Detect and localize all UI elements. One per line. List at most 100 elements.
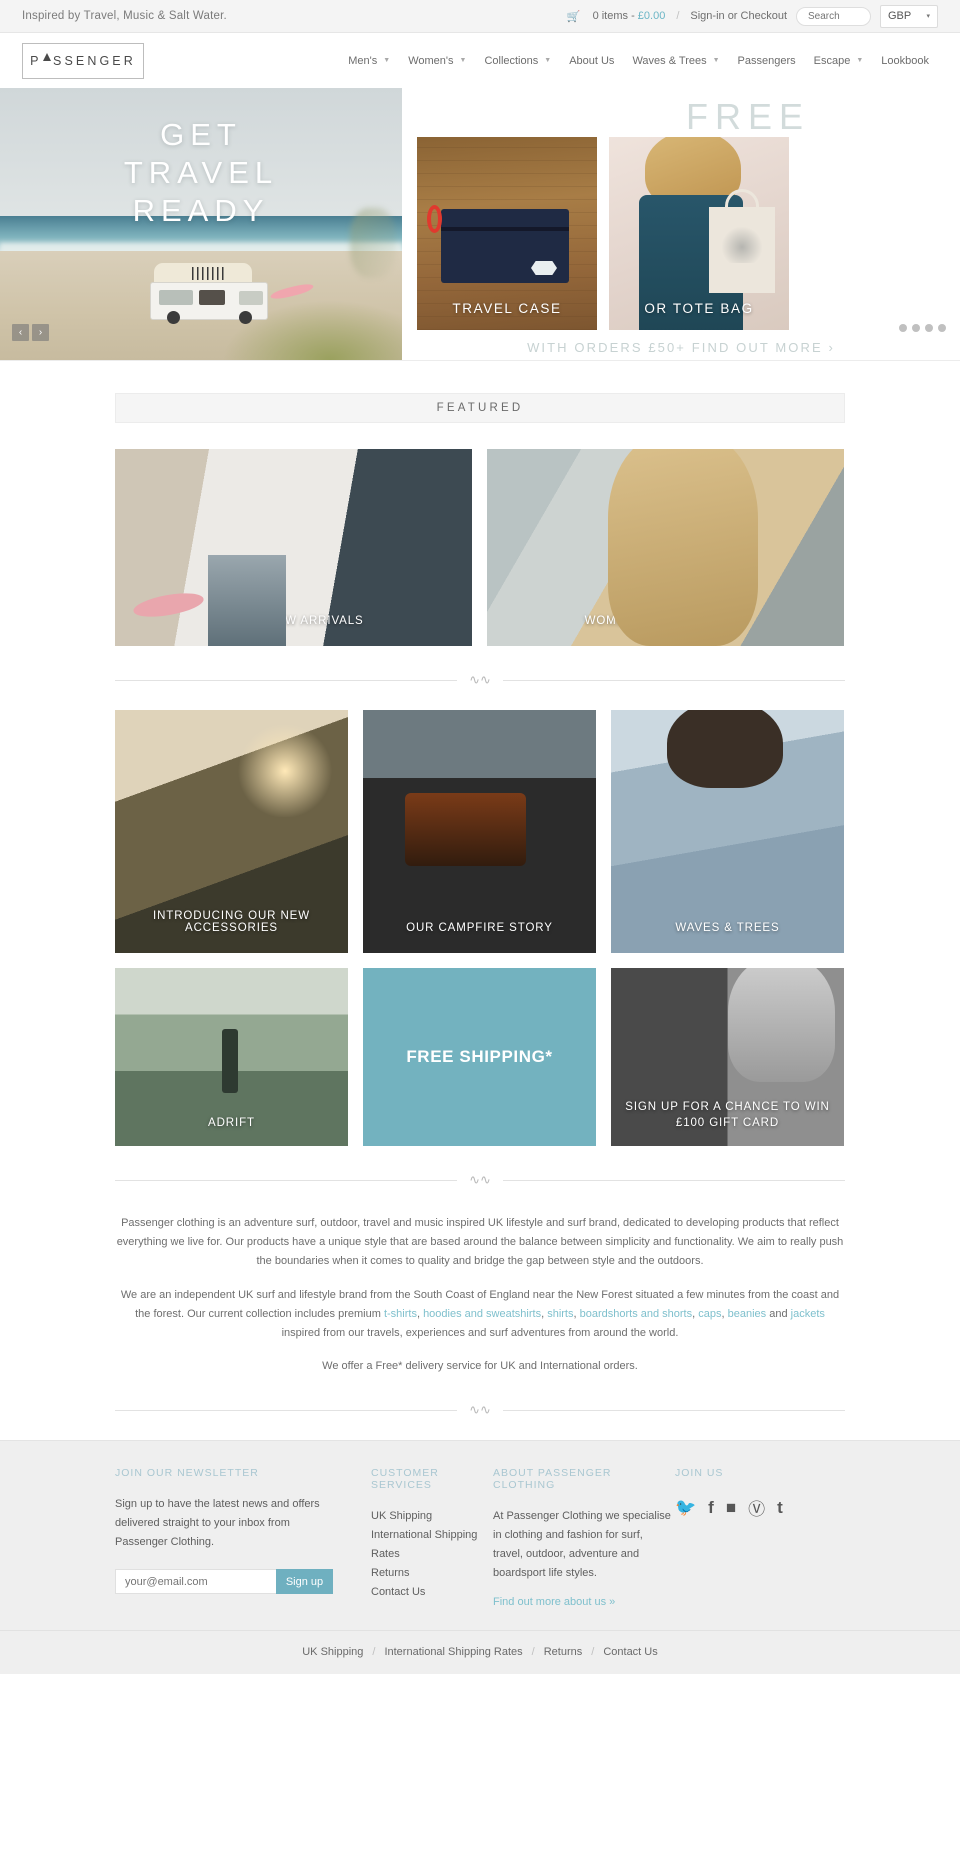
- link-caps[interactable]: caps: [698, 1308, 721, 1320]
- nav-item-about-us[interactable]: About Us: [560, 55, 623, 67]
- nav-item-collections[interactable]: Collections ▼: [475, 55, 560, 67]
- promo-caption: OR TOTE BAG: [644, 301, 754, 316]
- topbar-separator: /: [676, 10, 680, 22]
- cart-summary[interactable]: 0 items - £0.00: [593, 10, 666, 22]
- wave-icon: ∿∿: [469, 1172, 491, 1187]
- featured-row-mid: INTRODUCING OUR NEW ACCESSORIES OUR CAMP…: [115, 710, 845, 953]
- tile-waves-and-trees[interactable]: WAVES & TREES: [611, 710, 844, 953]
- pinterest-icon[interactable]: Ⓥ: [748, 1495, 765, 1520]
- footer-link-international-shipping-rates[interactable]: International Shipping Rates: [371, 1526, 493, 1564]
- divider-line: [115, 679, 458, 681]
- site-tagline: Inspired by Travel, Music & Salt Water.: [22, 10, 227, 22]
- chevron-down-icon: ▼: [712, 57, 720, 64]
- link-hoodies-sweatshirts[interactable]: hoodies and sweatshirts: [423, 1308, 541, 1320]
- footer-link-returns[interactable]: Returns: [371, 1564, 493, 1583]
- cart-icon[interactable]: 🛒: [567, 10, 581, 23]
- van-window: [159, 290, 193, 305]
- tile-adrift[interactable]: ADRIFT: [115, 968, 348, 1146]
- footerbar-separator: /: [372, 1646, 376, 1659]
- tile-caption: OUR CAMPFIRE STORY: [406, 922, 553, 934]
- featured-row-top: MEN'S NEW ARRIVALS WOMEN'S NEW ARRIVALS: [115, 449, 845, 646]
- nav-item-waves-and-trees[interactable]: Waves & Trees ▼: [623, 55, 728, 67]
- newsletter-signup-button[interactable]: Sign up: [276, 1569, 333, 1595]
- promo-caption: TRAVEL CASE: [452, 301, 562, 316]
- nav-item-passengers[interactable]: Passengers: [729, 55, 805, 67]
- link-jackets[interactable]: jackets: [791, 1308, 825, 1320]
- footerbar-link-international-shipping-rates[interactable]: International Shipping Rates: [384, 1646, 522, 1658]
- promo-image-group: TRAVEL CASE OR TOTE BAG: [417, 137, 960, 330]
- chevron-down-icon: ▾: [926, 13, 930, 20]
- carousel-dot[interactable]: [938, 324, 946, 332]
- currency-selector[interactable]: GBP ▾: [880, 4, 938, 28]
- link-t-shirts[interactable]: t-shirts: [384, 1308, 417, 1320]
- hero-image-panel[interactable]: GET TRAVEL READY ‹ ›: [0, 88, 402, 360]
- hero-promo-panel[interactable]: FREE TRAVEL CASE OR TOTE BAG WITH ORDERS…: [402, 88, 960, 360]
- brand-tag: [531, 261, 557, 275]
- nav-item-womens[interactable]: Women's ▼: [399, 55, 475, 67]
- facebook-icon[interactable]: f: [708, 1498, 714, 1518]
- hero-headline-line-1: GET: [160, 117, 242, 152]
- tile-new-accessories[interactable]: INTRODUCING OUR NEW ACCESSORIES: [115, 710, 348, 953]
- signin-or-checkout-link[interactable]: Sign-in or Checkout: [690, 10, 787, 22]
- carousel-prev-button[interactable]: ‹: [12, 324, 29, 341]
- nav-item-lookbook[interactable]: Lookbook: [872, 55, 938, 67]
- newsletter-email-input[interactable]: [115, 1569, 276, 1595]
- social-links: 🐦 f ■ Ⓥ t: [675, 1495, 845, 1520]
- tile-caption: WOMEN'S NEW ARRIVALS: [584, 615, 747, 627]
- tile-caption: FREE SHIPPING*: [406, 1047, 553, 1066]
- carousel-dot[interactable]: [912, 324, 920, 332]
- section-divider: ∿∿: [115, 672, 846, 688]
- footer-link-contact-us[interactable]: Contact Us: [371, 1583, 493, 1602]
- tile-gift-card[interactable]: SIGN UP FOR A CHANCE TO WIN £100 GIFT CA…: [611, 968, 844, 1146]
- link-boardshorts-shorts[interactable]: boardshorts and shorts: [580, 1308, 693, 1320]
- section-divider: ∿∿: [115, 1172, 846, 1188]
- footer-link-uk-shipping[interactable]: UK Shipping: [371, 1507, 493, 1526]
- van-wheel: [167, 311, 180, 324]
- find-out-more-link[interactable]: Find out more about us »: [493, 1596, 615, 1608]
- tile-caption: INTRODUCING OUR NEW ACCESSORIES: [152, 910, 310, 934]
- chevron-down-icon: ▼: [856, 57, 864, 64]
- footerbar-link-uk-shipping[interactable]: UK Shipping: [302, 1646, 363, 1658]
- tile-mens-new-arrivals[interactable]: MEN'S NEW ARRIVALS: [115, 449, 472, 646]
- van-body: [150, 282, 268, 324]
- footer-about-column: ABOUT PASSENGER CLOTHING At Passenger Cl…: [493, 1467, 675, 1608]
- customer-services-heading: CUSTOMER SERVICES: [371, 1467, 439, 1492]
- promo-free-label: FREE: [685, 96, 810, 137]
- tile-caption: ADRIFT: [208, 1117, 255, 1130]
- chevron-down-icon: ▼: [459, 57, 467, 64]
- tote-print: [719, 223, 765, 263]
- link-beanies[interactable]: beanies: [728, 1308, 767, 1320]
- carousel-dot[interactable]: [899, 324, 907, 332]
- main-navigation: Men's ▼ Women's ▼ Collections ▼ About Us Wa…: [339, 55, 938, 67]
- footerbar-link-contact-us[interactable]: Contact Us: [603, 1646, 657, 1658]
- nav-item-mens[interactable]: Men's ▼: [339, 55, 399, 67]
- footer-social-column: JOIN US 🐦 f ■ Ⓥ t: [675, 1467, 845, 1608]
- twitter-icon[interactable]: 🐦: [675, 1498, 696, 1518]
- instagram-icon[interactable]: ■: [726, 1498, 736, 1518]
- newsletter-body: Sign up to have the latest news and offe…: [115, 1498, 320, 1549]
- tumblr-icon[interactable]: t: [777, 1498, 783, 1518]
- nav-label: Passengers: [737, 54, 796, 67]
- promo-subline[interactable]: WITH ORDERS £50+ FIND OUT MORE ›: [402, 340, 960, 355]
- logo-p: P: [30, 53, 42, 68]
- site-logo[interactable]: PASSENGER: [22, 42, 144, 79]
- wave-icon: ∿∿: [469, 672, 491, 687]
- divider-line: [502, 1409, 846, 1411]
- footerbar-link-returns[interactable]: Returns: [544, 1646, 583, 1658]
- search-box[interactable]: [796, 6, 871, 26]
- carousel-dot[interactable]: [925, 324, 933, 332]
- search-input[interactable]: [806, 9, 861, 23]
- promo-travel-case[interactable]: TRAVEL CASE: [417, 137, 597, 330]
- link-shirts[interactable]: shirts: [547, 1308, 573, 1320]
- tile-campfire-story[interactable]: OUR CAMPFIRE STORY: [363, 710, 596, 953]
- red-loop: [427, 205, 442, 233]
- promo-tote-bag[interactable]: OR TOTE BAG: [609, 137, 789, 330]
- join-us-heading: JOIN US: [675, 1467, 724, 1480]
- logo-triangle-icon: A: [42, 54, 53, 68]
- van-vents: [192, 267, 226, 280]
- tile-womens-new-arrivals[interactable]: WOMEN'S NEW ARRIVALS: [487, 449, 844, 646]
- site-header: PASSENGER Men's ▼ Women's ▼ Collections ▼ A…: [0, 33, 960, 88]
- tile-free-shipping[interactable]: FREE SHIPPING*: [363, 968, 596, 1146]
- nav-item-escape[interactable]: Escape ▼: [805, 55, 873, 67]
- carousel-next-button[interactable]: ›: [32, 324, 49, 341]
